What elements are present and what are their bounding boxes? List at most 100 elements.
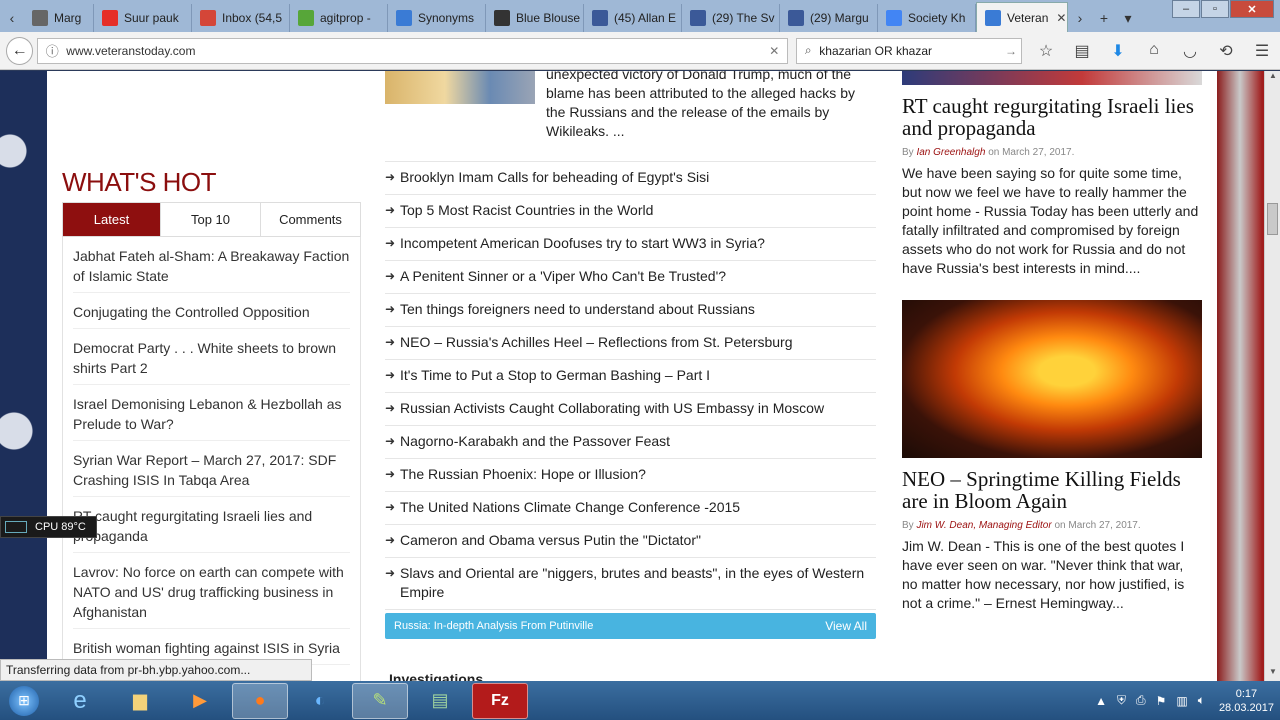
article-title[interactable]: RT caught regurgitating Israeli lies and… [902,95,1202,139]
browser-tab[interactable]: Suur pauk [94,4,192,32]
author-link[interactable]: Jim W. Dean, Managing Editor [916,520,1051,531]
clock[interactable]: 0:17 28.03.2017 [1219,687,1274,715]
tab-scroll-left-button[interactable]: ‹ [0,4,24,32]
list-item[interactable]: ➜ The United Nations Climate Change Confe… [385,491,876,524]
russia-section-bar[interactable]: Russia: In-depth Analysis From Putinvill… [385,613,876,639]
article-link[interactable]: Top 5 Most Racist Countries in the World [400,201,653,220]
network-icon[interactable]: ▥ [1176,694,1187,708]
list-item[interactable]: ➜ The Russian Phoenix: Hope or Illusion? [385,458,876,491]
tab-latest[interactable]: Latest [63,203,161,236]
list-item[interactable]: ➜ Brooklyn Imam Calls for beheading of Eg… [385,161,876,194]
list-item[interactable]: ➜ NEO – Russia's Achilles Heel – Reflecti… [385,326,876,359]
article-link[interactable]: It's Time to Put a Stop to German Bashin… [400,366,710,385]
start-button[interactable]: ⊞ [0,682,48,720]
firefox-icon[interactable]: ● [232,682,288,719]
article-link[interactable]: Russian Activists Caught Collaborating w… [400,399,824,418]
close-tab-icon[interactable]: ✕ [1056,11,1066,25]
article-link[interactable]: A Penitent Sinner or a 'Viper Who Can't … [400,267,726,286]
caricature-image[interactable] [385,71,535,104]
browser-tab[interactable]: agitprop - [290,4,388,32]
bookmark-star-icon[interactable]: ☆ [1028,41,1064,61]
search-go-icon[interactable]: → [1001,44,1021,58]
reading-list-icon[interactable]: ▤ [1064,41,1100,61]
site-info-icon[interactable]: ⓘ [38,41,66,60]
browser-tab[interactable]: Inbox (54,5 [192,4,290,32]
notepad-icon[interactable]: ✎ [352,682,408,719]
view-all-link[interactable]: View All [825,619,867,633]
search-box[interactable]: ⌕ khazarian OR khazar → [796,37,1022,64]
article-link[interactable]: Brooklyn Imam Calls for beheading of Egy… [400,168,709,187]
article-link[interactable]: NEO – Russia's Achilles Heel – Reflectio… [400,333,793,352]
list-item[interactable]: RT caught regurgitating Israeli lies and… [73,497,350,553]
scrollbar-thumb[interactable] [1267,203,1278,235]
page-scrollbar[interactable]: ▲ ▼ [1264,71,1280,681]
close-window-button[interactable]: ✕ [1230,0,1274,18]
article-link[interactable]: Nagorno-Karabakh and the Passover Feast [400,432,670,451]
security-icon[interactable]: ⛨ [1117,693,1126,708]
pocket-icon[interactable]: ◡ [1172,41,1208,61]
list-item[interactable]: ➜ Top 5 Most Racist Countries in the Worl… [385,194,876,227]
tab-scroll-right-button[interactable]: › [1068,4,1092,32]
article-link[interactable]: Slavs and Oriental are "niggers, brutes … [400,564,876,602]
fire-image[interactable] [902,300,1202,458]
url-text[interactable]: www.veteranstoday.com [66,44,761,58]
task-manager-icon[interactable]: ▤ [412,683,468,719]
author-link[interactable]: Ian Greenhalgh [916,147,985,158]
volume-icon[interactable]: 🔈︎ [1198,693,1205,708]
tab-comments[interactable]: Comments [261,203,360,236]
file-explorer-icon[interactable]: ▆ [112,683,168,719]
back-button[interactable]: ← [6,36,34,65]
article-image-top[interactable] [902,71,1202,85]
show-hidden-icons-icon[interactable]: ▲ [1095,694,1107,708]
article-link[interactable]: The United Nations Climate Change Confer… [400,498,740,517]
article-link[interactable]: Ten things foreigners need to understand… [400,300,755,319]
filezilla-icon[interactable]: Fz [472,682,528,719]
browser-tab[interactable]: (29) The Sv [682,4,780,32]
article-link[interactable]: The Russian Phoenix: Hope or Illusion? [400,465,646,484]
list-item[interactable]: Syrian War Report – March 27, 2017: SDF … [73,441,350,497]
list-item[interactable]: Jabhat Fateh al-Sham: A Breakaway Factio… [73,237,350,293]
list-item[interactable]: ➜ Cameron and Obama versus Putin the "Dic… [385,524,876,557]
search-query[interactable]: khazarian OR khazar [819,44,1001,58]
minimize-button[interactable]: – [1172,0,1200,18]
list-item[interactable]: Conjugating the Controlled Opposition [73,293,350,329]
tab-top-10[interactable]: Top 10 [161,203,261,236]
list-item[interactable]: Lavrov: No force on earth can compete wi… [73,553,350,629]
browser-tab[interactable]: (45) Allan E [584,4,682,32]
article-link[interactable]: Incompetent American Doofuses try to sta… [400,234,765,253]
list-item[interactable]: ➜ Incompetent American Doofuses try to st… [385,227,876,260]
browser-tab[interactable]: Society Kh [878,4,976,32]
list-item[interactable]: ➜ Nagorno-Karabakh and the Passover Feast [385,425,876,458]
home-icon[interactable]: ⌂ [1136,41,1172,61]
list-item[interactable]: ➜ A Penitent Sinner or a 'Viper Who Can't… [385,260,876,293]
clear-url-icon[interactable]: ✕ [761,44,787,58]
menu-icon[interactable]: ☰ [1244,41,1280,61]
list-item[interactable]: ➜ Slavs and Oriental are "niggers, brutes… [385,557,876,609]
flag-icon[interactable]: ⚑ [1156,694,1167,708]
sync-icon[interactable]: ⟲ [1208,41,1244,61]
tab-list-button[interactable]: ▾ [1116,4,1140,32]
usb-icon[interactable]: ⎙ [1136,693,1146,708]
address-bar[interactable]: ⓘ www.veteranstoday.com ✕ [37,37,789,64]
article-title[interactable]: NEO – Springtime Killing Fields are in B… [902,468,1202,512]
list-item[interactable]: ➜ Ten things foreigners need to understan… [385,293,876,326]
article-link[interactable]: Cameron and Obama versus Putin the "Dict… [400,531,701,550]
list-item[interactable]: Democrat Party . . . White sheets to bro… [73,329,350,385]
browser-tab[interactable]: Veteran ✕ [976,2,1068,32]
section-bar-label[interactable]: Russia: In-depth Analysis From Putinvill… [394,620,593,632]
list-item[interactable]: Israel Demonising Lebanon & Hezbollah as… [73,385,350,441]
scroll-up-arrow-icon[interactable]: ▲ [1265,71,1280,85]
internet-explorer-icon[interactable]: e [52,683,108,719]
browser-tab[interactable]: Blue Blouse [486,4,584,32]
maximize-button[interactable]: ▫ [1201,0,1229,18]
list-item[interactable]: ➜ Russian Activists Caught Collaborating … [385,392,876,425]
browser-tab[interactable]: (29) Margu [780,4,878,32]
new-tab-button[interactable]: + [1092,4,1116,32]
browser-tab[interactable]: Synonyms [388,4,486,32]
media-player-icon[interactable]: ▶ [172,683,228,719]
list-item[interactable]: ➜ It's Time to Put a Stop to German Bashi… [385,359,876,392]
download-icon[interactable]: ⬇ [1100,41,1136,61]
scroll-down-arrow-icon[interactable]: ▼ [1265,667,1280,681]
browser-app-icon[interactable]: ◐ [292,683,348,719]
browser-tab[interactable]: Marg [24,4,94,32]
